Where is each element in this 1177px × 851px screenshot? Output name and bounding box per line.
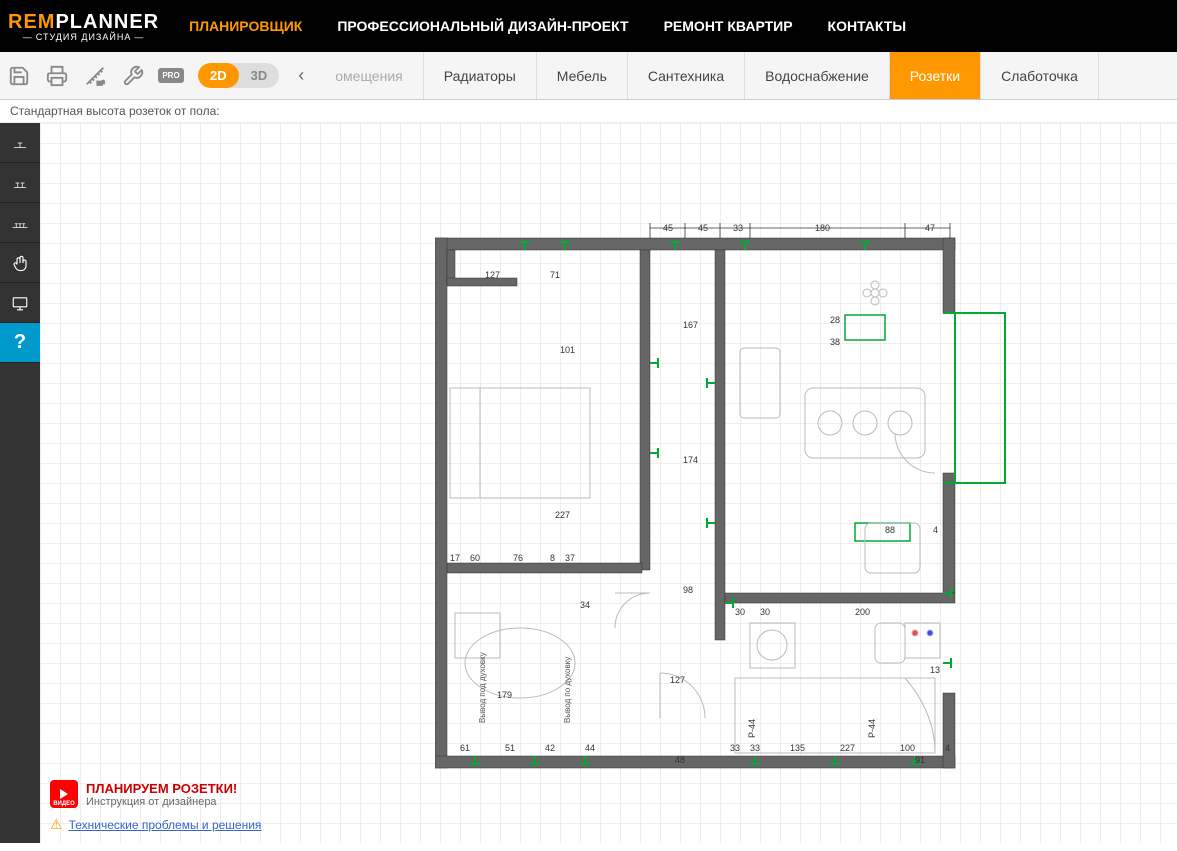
nav-contacts[interactable]: КОНТАКТЫ xyxy=(828,18,906,34)
logo-subtitle: СТУДИЯ ДИЗАЙНА xyxy=(8,32,159,42)
tab-radiators[interactable]: Радиаторы xyxy=(424,52,537,99)
svg-text:30: 30 xyxy=(735,607,745,617)
svg-text:13: 13 xyxy=(930,665,940,675)
svg-text:200: 200 xyxy=(855,607,870,617)
svg-text:51: 51 xyxy=(505,743,515,753)
canvas[interactable]: 45 45 33 180 47 127 71 167 28 38 101 xyxy=(40,123,1177,843)
bottom-panel: ВИДЕО ПЛАНИРУЕМ РОЗЕТКИ! Инструкция от д… xyxy=(50,780,261,833)
socket-double-icon[interactable] xyxy=(0,163,40,203)
nav-design[interactable]: ПРОФЕССИОНАЛЬНЫЙ ДИЗАЙН-ПРОЕКТ xyxy=(337,18,628,34)
save-icon[interactable] xyxy=(0,57,38,95)
video-icon: ВИДЕО xyxy=(50,780,78,808)
svg-text:227: 227 xyxy=(555,510,570,520)
svg-text:127: 127 xyxy=(670,675,685,685)
svg-text:174: 174 xyxy=(683,455,698,465)
measure-icon[interactable]: m² xyxy=(76,57,114,95)
scroll-left-icon[interactable]: ‹ xyxy=(287,62,315,90)
svg-text:8: 8 xyxy=(550,553,555,563)
svg-text:44: 44 xyxy=(585,743,595,753)
tools-icon[interactable] xyxy=(114,57,152,95)
svg-text:m²: m² xyxy=(97,80,105,87)
svg-text:91: 91 xyxy=(915,755,925,765)
status-bar: Стандартная высота розеток от пола: xyxy=(0,100,1177,123)
side-tools: ? xyxy=(0,123,40,843)
nav-renovation[interactable]: РЕМОНТ КВАРТИР xyxy=(664,18,793,34)
tip-title: ПЛАНИРУЕМ РОЗЕТКИ! xyxy=(86,781,237,796)
print-icon[interactable] xyxy=(38,57,76,95)
svg-text:4: 4 xyxy=(945,743,950,753)
svg-text:179: 179 xyxy=(497,690,512,700)
toolbar: m² PRO 2D 3D ‹ омещения Радиаторы Мебель… xyxy=(0,52,1177,100)
warning-icon: ⚠ xyxy=(50,816,63,833)
view-2d[interactable]: 2D xyxy=(198,63,239,88)
tab-furniture[interactable]: Мебель xyxy=(537,52,628,99)
svg-text:98: 98 xyxy=(683,585,693,595)
floor-plan[interactable]: 45 45 33 180 47 127 71 167 28 38 101 xyxy=(435,223,1015,783)
svg-text:135: 135 xyxy=(790,743,805,753)
svg-text:88: 88 xyxy=(885,525,895,535)
svg-text:4: 4 xyxy=(933,525,938,535)
tab-rooms[interactable]: омещения xyxy=(315,52,423,99)
svg-text:P-44: P-44 xyxy=(747,719,757,738)
pro-button[interactable]: PRO xyxy=(152,57,190,95)
video-tip[interactable]: ВИДЕО ПЛАНИРУЕМ РОЗЕТКИ! Инструкция от д… xyxy=(50,780,261,808)
svg-text:42: 42 xyxy=(545,743,555,753)
svg-text:71: 71 xyxy=(550,270,560,280)
svg-text:48: 48 xyxy=(675,755,685,765)
svg-text:33: 33 xyxy=(730,743,740,753)
svg-text:34: 34 xyxy=(580,600,590,610)
screen-icon[interactable] xyxy=(0,283,40,323)
svg-text:28: 28 xyxy=(830,315,840,325)
tab-plumbing[interactable]: Сантехника xyxy=(628,52,745,99)
svg-text:100: 100 xyxy=(900,743,915,753)
tech-link-text[interactable]: Технические проблемы и решения xyxy=(69,818,262,832)
main-area: ? xyxy=(0,123,1177,843)
svg-text:60: 60 xyxy=(470,553,480,563)
tab-water[interactable]: Водоснабжение xyxy=(745,52,890,99)
svg-text:Вывод по духовку: Вывод по духовку xyxy=(563,657,572,723)
tip-subtitle: Инструкция от дизайнера xyxy=(86,796,237,808)
svg-text:Вывод под духовку: Вывод под духовку xyxy=(478,652,487,723)
svg-text:30: 30 xyxy=(760,607,770,617)
top-nav: REMPLANNER СТУДИЯ ДИЗАЙНА ПЛАНИРОВЩИК ПР… xyxy=(0,0,1177,52)
tab-lowvoltage[interactable]: Слаботочка xyxy=(981,52,1099,99)
logo-planner: PLANNER xyxy=(55,11,159,33)
svg-text:33: 33 xyxy=(750,743,760,753)
svg-text:227: 227 xyxy=(840,743,855,753)
help-button[interactable]: ? xyxy=(0,323,40,363)
svg-text:37: 37 xyxy=(565,553,575,563)
view-toggle: 2D 3D xyxy=(198,63,279,88)
tab-sockets[interactable]: Розетки xyxy=(890,52,981,99)
nav-planner[interactable]: ПЛАНИРОВЩИК xyxy=(189,18,302,34)
svg-text:127: 127 xyxy=(485,270,500,280)
svg-text:76: 76 xyxy=(513,553,523,563)
socket-triple-icon[interactable] xyxy=(0,203,40,243)
logo-rem: REM xyxy=(8,11,55,33)
logo[interactable]: REMPLANNER СТУДИЯ ДИЗАЙНА xyxy=(8,11,159,42)
svg-text:61: 61 xyxy=(460,743,470,753)
svg-text:38: 38 xyxy=(830,337,840,347)
view-3d[interactable]: 3D xyxy=(239,63,280,88)
svg-text:167: 167 xyxy=(683,320,698,330)
svg-text:101: 101 xyxy=(560,345,575,355)
svg-text:17: 17 xyxy=(450,553,460,563)
socket-single-icon[interactable] xyxy=(0,123,40,163)
svg-text:P-44: P-44 xyxy=(867,719,877,738)
tech-issues-link[interactable]: ⚠ Технические проблемы и решения xyxy=(50,816,261,833)
hand-icon[interactable] xyxy=(0,243,40,283)
